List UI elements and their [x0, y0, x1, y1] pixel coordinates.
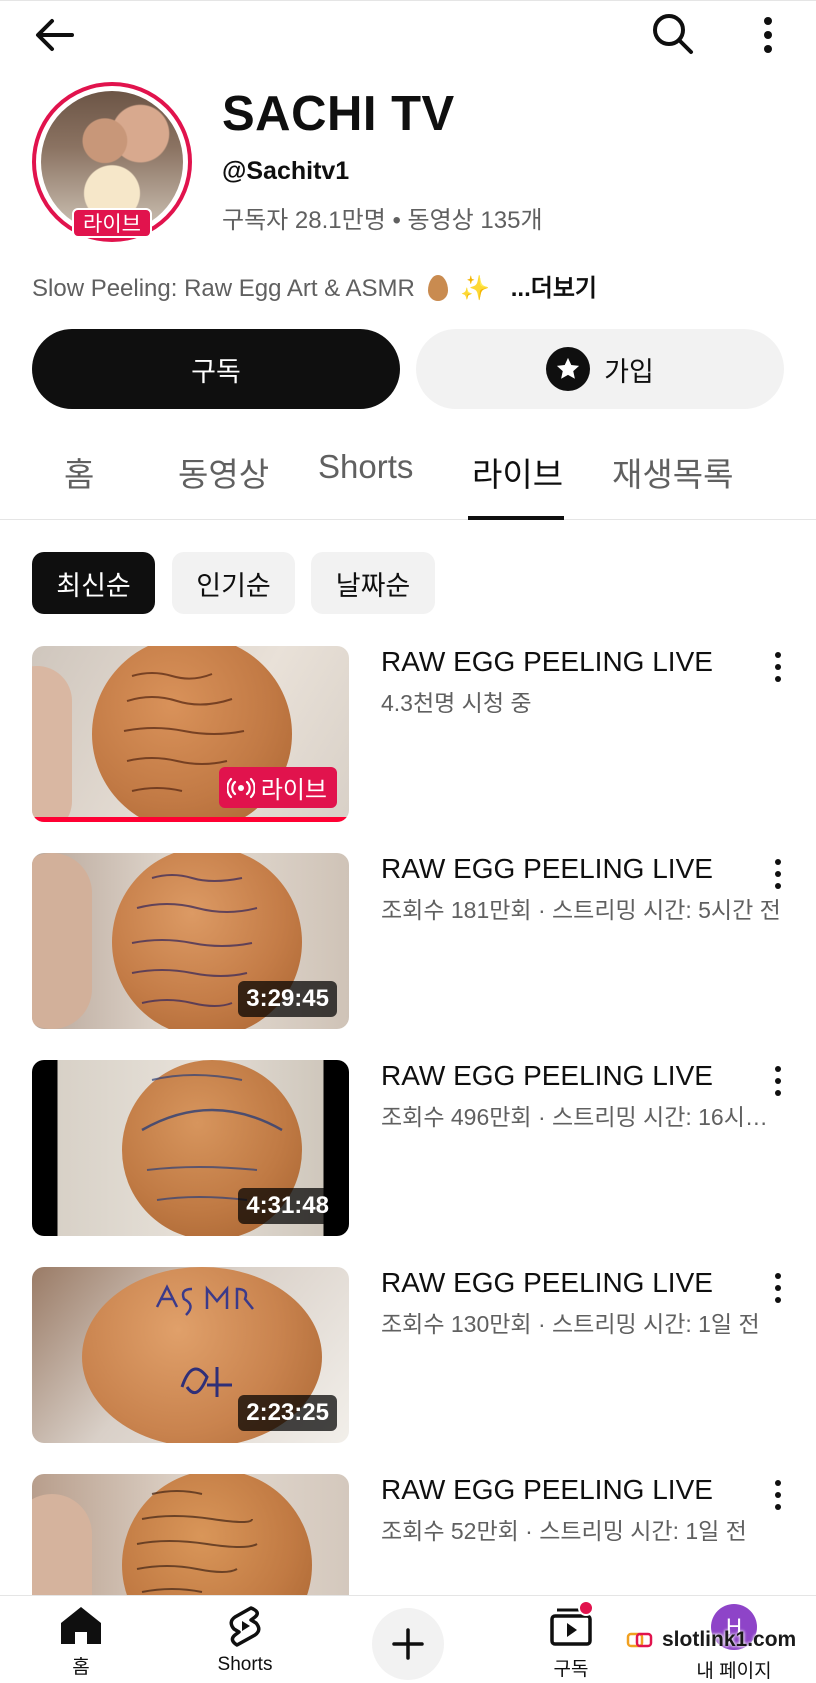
- chip-popular[interactable]: 인기순: [172, 552, 295, 614]
- video-item[interactable]: 2:23:25 RAW EGG PEELING LIVE 조회수 130만회 ·…: [32, 1267, 792, 1443]
- description-more-link[interactable]: ...더보기: [511, 275, 597, 302]
- video-more-icon[interactable]: [770, 1271, 786, 1305]
- live-broadcast-icon: [226, 777, 255, 798]
- nav-me-label: 내 페이지: [696, 1661, 772, 1682]
- join-label: 가입: [604, 356, 654, 387]
- join-button[interactable]: 가입: [416, 329, 784, 409]
- shorts-icon: [229, 1606, 261, 1647]
- video-title[interactable]: RAW EGG PEELING LIVE: [381, 1267, 751, 1299]
- back-arrow-icon[interactable]: [32, 13, 80, 57]
- video-meta: 조회수 130만회 · 스트리밍 시간: 1일 전: [381, 1311, 760, 1337]
- live-badge-label: 라이브: [260, 777, 327, 804]
- video-duration: 2:23:25: [238, 1395, 337, 1431]
- nav-shorts-label: Shorts: [217, 1654, 273, 1675]
- video-more-icon[interactable]: [770, 857, 786, 891]
- watermark: slotlink1.com: [626, 1628, 796, 1652]
- video-title[interactable]: RAW EGG PEELING LIVE: [381, 1060, 751, 1092]
- channel-description[interactable]: Slow Peeling: Raw Egg Art & ASMR ✨ ...더보…: [32, 268, 597, 303]
- top-bar: [0, 0, 816, 66]
- channel-tabs: 홈 동영상 Shorts 라이브 재생목록: [0, 430, 816, 520]
- search-icon[interactable]: [650, 11, 696, 57]
- video-item[interactable]: 3:29:45 RAW EGG PEELING LIVE 조회수 181만회 ·…: [32, 853, 792, 1029]
- channel-handle: @Sachitv1: [222, 157, 350, 185]
- tab-home[interactable]: 홈: [64, 448, 94, 520]
- nav-home-label: 홈: [72, 1657, 90, 1678]
- video-thumbnail[interactable]: 2:23:25: [32, 1267, 349, 1443]
- nav-subscriptions-label: 구독: [553, 1659, 589, 1680]
- chip-oldest[interactable]: 날짜순: [311, 552, 435, 614]
- nav-home[interactable]: 홈: [21, 1604, 141, 1679]
- video-more-icon[interactable]: [770, 1064, 786, 1098]
- tab-videos[interactable]: 동영상: [178, 448, 269, 520]
- avatar-live-badge: 라이브: [72, 208, 152, 238]
- channel-stats: 구독자 28.1만명 • 동영상 135개: [222, 207, 543, 234]
- nav-shorts[interactable]: Shorts: [185, 1604, 305, 1676]
- watermark-logo-icon: [626, 1632, 653, 1648]
- notification-dot: [578, 1600, 594, 1616]
- video-thumbnail[interactable]: 3:29:45: [32, 853, 349, 1029]
- video-duration: 4:31:48: [238, 1188, 337, 1224]
- video-meta: 4.3천명 시청 중: [381, 690, 532, 716]
- egg-emoji-icon: [427, 275, 448, 301]
- live-progress-bar: [32, 817, 349, 822]
- nav-subscriptions[interactable]: 구독: [511, 1600, 631, 1681]
- member-star-icon: [546, 347, 591, 391]
- home-icon: [61, 1607, 101, 1644]
- video-thumbnail[interactable]: 4:31:48: [32, 1060, 349, 1236]
- active-tab-indicator: [468, 516, 564, 520]
- video-meta: 조회수 496만회 · 스트리밍 시간: 16시간 전: [381, 1104, 789, 1130]
- video-item[interactable]: 라이브 RAW EGG PEELING LIVE 4.3천명 시청 중: [32, 646, 792, 822]
- video-duration: 3:29:45: [238, 981, 337, 1017]
- video-thumbnail[interactable]: 라이브: [32, 646, 349, 822]
- live-badge: 라이브: [218, 767, 337, 808]
- more-vert-icon[interactable]: [752, 13, 784, 57]
- video-more-icon[interactable]: [770, 1478, 786, 1512]
- video-more-icon[interactable]: [770, 650, 786, 684]
- subscribe-button[interactable]: 구독: [32, 329, 400, 409]
- create-button[interactable]: [372, 1608, 444, 1680]
- tab-shorts[interactable]: Shorts: [318, 448, 413, 520]
- video-title[interactable]: RAW EGG PEELING LIVE: [381, 853, 751, 885]
- channel-avatar[interactable]: 라이브: [32, 82, 192, 242]
- description-text: Slow Peeling: Raw Egg Art & ASMR: [32, 275, 415, 302]
- sparkles-emoji-icon: ✨: [460, 275, 491, 302]
- watermark-text: slotlink1.com: [662, 1628, 797, 1651]
- channel-title: SACHI TV: [222, 87, 455, 141]
- plus-icon: [392, 1628, 424, 1660]
- chip-latest[interactable]: 최신순: [32, 552, 155, 614]
- video-title[interactable]: RAW EGG PEELING LIVE: [381, 1474, 751, 1506]
- video-title[interactable]: RAW EGG PEELING LIVE: [381, 646, 751, 678]
- video-meta: 조회수 181만회 · 스트리밍 시간: 5시간 전: [381, 897, 781, 923]
- tab-live[interactable]: 라이브: [472, 448, 563, 520]
- video-item[interactable]: 4:31:48 RAW EGG PEELING LIVE 조회수 496만회 ·…: [32, 1060, 792, 1236]
- video-meta: 조회수 52만회 · 스트리밍 시간: 1일 전: [381, 1518, 747, 1544]
- tab-playlists[interactable]: 재생목록: [612, 448, 733, 520]
